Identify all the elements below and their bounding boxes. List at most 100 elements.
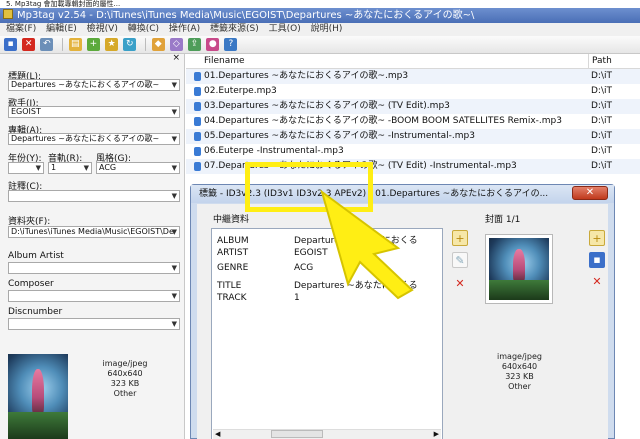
- menu-actions[interactable]: 操作(A): [169, 24, 200, 34]
- chevron-down-icon[interactable]: ▼: [172, 191, 177, 201]
- add-folder-icon[interactable]: +: [86, 38, 100, 51]
- file-path: D:\iT: [591, 146, 612, 156]
- table-row[interactable]: 04.Departures ~あなたにおくるアイの歌~ -BOOM BOOM S…: [186, 114, 640, 129]
- menu-tools[interactable]: 工具(O): [269, 24, 301, 34]
- tag-key: TRACK: [217, 293, 247, 303]
- track-field[interactable]: 1 ▼: [48, 162, 92, 174]
- music-file-icon: [194, 72, 201, 81]
- chevron-down-icon[interactable]: ▼: [84, 163, 89, 173]
- menu-tag-sources[interactable]: 標籤來源(S): [210, 24, 259, 34]
- cover-type: image/jpeg: [102, 359, 148, 368]
- menu-convert[interactable]: 轉換(C): [128, 24, 159, 34]
- album-artist-label: Album Artist: [8, 251, 64, 261]
- tag-icon[interactable]: ◆: [151, 38, 165, 51]
- add-cover-icon[interactable]: +: [589, 230, 605, 246]
- chevron-down-icon[interactable]: ▼: [36, 163, 41, 173]
- dialog-cover-meta: image/jpeg 640x640 323 KB Other: [472, 352, 567, 392]
- edit-field-icon[interactable]: ✎: [452, 252, 468, 268]
- app-icon: [3, 9, 13, 19]
- folder-icon[interactable]: ▤: [68, 38, 82, 51]
- tag-key: TITLE: [217, 281, 242, 291]
- cover-figure: [32, 369, 44, 417]
- folder-field[interactable]: D:\iTunes\iTunes Media\Music\EGOIST\De ▼: [8, 226, 180, 238]
- cover-size: 323 KB: [505, 372, 534, 381]
- menu-view[interactable]: 檢視(V): [87, 24, 118, 34]
- web-icon[interactable]: ●: [206, 38, 220, 51]
- scroll-left-icon[interactable]: ◀: [215, 430, 220, 439]
- save-icon[interactable]: ▪: [4, 38, 17, 51]
- album-field[interactable]: Departures ~あなたにおくるアイの歌~ ▼: [8, 133, 180, 145]
- cover-art-image[interactable]: [489, 238, 549, 300]
- tag-key: ARTIST: [217, 248, 249, 258]
- delete-icon[interactable]: ✕: [22, 38, 36, 51]
- scroll-thumb[interactable]: [271, 430, 323, 438]
- file-path: D:\iT: [591, 116, 612, 126]
- file-name: 02.Euterpe.mp3: [204, 86, 277, 96]
- chevron-down-icon[interactable]: ▼: [172, 291, 177, 301]
- help-icon[interactable]: ?: [224, 38, 238, 51]
- list-item[interactable]: GENRE ACG: [217, 263, 313, 273]
- discnumber-field[interactable]: ▼: [8, 318, 180, 330]
- file-path: D:\iT: [591, 131, 612, 141]
- chevron-down-icon[interactable]: ▼: [172, 263, 177, 273]
- menu-bar: 檔案(F) 編輯(E) 檢視(V) 轉換(C) 操作(A) 標籤來源(S) 工具…: [0, 23, 640, 36]
- music-file-icon: [194, 147, 201, 156]
- table-row[interactable]: 02.Euterpe.mp3 D:\iT: [186, 84, 640, 99]
- menu-edit[interactable]: 編輯(E): [46, 24, 77, 34]
- cover-thumbnail[interactable]: [8, 354, 68, 439]
- artist-field[interactable]: EGOIST ▼: [8, 106, 180, 118]
- export-icon[interactable]: ⇪: [188, 38, 202, 51]
- title-field[interactable]: Departures ~あなたにおくるアイの歌~ ▼: [8, 79, 180, 91]
- save-cover-icon[interactable]: ▪: [589, 252, 605, 268]
- column-filename[interactable]: Filename: [204, 54, 245, 69]
- chevron-down-icon[interactable]: ▼: [172, 80, 177, 90]
- file-path: D:\iT: [591, 101, 612, 111]
- comment-field[interactable]: ▼: [8, 190, 180, 202]
- music-file-icon: [194, 102, 201, 111]
- list-item[interactable]: TRACK 1: [217, 293, 300, 303]
- delete-field-icon[interactable]: ✕: [452, 276, 468, 292]
- cover-frame: [485, 234, 553, 304]
- horizontal-scrollbar[interactable]: ◀ ▶: [213, 429, 441, 439]
- add-field-icon[interactable]: +: [452, 230, 468, 246]
- toolbar-separator: [61, 38, 63, 51]
- artist-value: EGOIST: [11, 107, 41, 116]
- window-titlebar: Mp3tag v2.54 - D:\iTunes\iTunes Media\Mu…: [0, 8, 640, 23]
- undo-icon[interactable]: ↶: [40, 38, 54, 51]
- chevron-down-icon[interactable]: ▼: [172, 227, 177, 237]
- genre-value: ACG: [99, 163, 117, 172]
- file-name: 05.Departures ~あなたにおくるアイの歌~ -Instrumenta…: [204, 131, 475, 141]
- window-title: Mp3tag v2.54 - D:\iTunes\iTunes Media\Mu…: [17, 10, 475, 21]
- genre-field[interactable]: ACG ▼: [96, 162, 180, 174]
- tag-key: ALBUM: [217, 236, 249, 246]
- star-icon[interactable]: ★: [105, 38, 119, 51]
- tag-key: GENRE: [217, 263, 249, 273]
- composer-field[interactable]: ▼: [8, 290, 180, 302]
- toolbar-separator: [144, 38, 146, 51]
- menu-help[interactable]: 說明(H): [311, 24, 343, 34]
- chevron-down-icon[interactable]: ▼: [172, 107, 177, 117]
- cover-picture-type: Other: [113, 389, 137, 398]
- menu-file[interactable]: 檔案(F): [6, 24, 36, 34]
- table-row[interactable]: 03.Departures ~あなたにおくるアイの歌~ (TV Edit).mp…: [186, 99, 640, 114]
- year-field[interactable]: ▼: [8, 162, 44, 174]
- table-row[interactable]: 05.Departures ~あなたにおくるアイの歌~ -Instrumenta…: [186, 129, 640, 144]
- delete-cover-icon[interactable]: ✕: [589, 274, 605, 290]
- chevron-down-icon[interactable]: ▼: [172, 319, 177, 329]
- filename-icon[interactable]: ◇: [169, 38, 183, 51]
- scroll-right-icon[interactable]: ▶: [434, 430, 439, 439]
- column-path[interactable]: Path: [588, 54, 612, 69]
- panel-close-icon[interactable]: ×: [0, 54, 184, 63]
- table-row[interactable]: 01.Departures ~あなたにおくるアイの歌~.mp3 D:\iT: [186, 69, 640, 84]
- dialog-close-button[interactable]: ✕: [572, 186, 608, 200]
- title-value: Departures ~あなたにおくるアイの歌~: [11, 80, 160, 89]
- table-row[interactable]: 06.Euterpe -Instrumental-.mp3 D:\iT: [186, 144, 640, 159]
- refresh-icon[interactable]: ↻: [123, 38, 137, 51]
- file-list-header: Filename Path: [186, 54, 640, 69]
- chevron-down-icon[interactable]: ▼: [172, 134, 177, 144]
- file-path: D:\iT: [591, 86, 612, 96]
- album-artist-field[interactable]: ▼: [8, 262, 180, 274]
- cover-label: 封面 1/1: [485, 215, 521, 225]
- caption-text: 5. Mp3tag 會加載專輯封面的屬性...: [0, 0, 640, 8]
- chevron-down-icon[interactable]: ▼: [172, 163, 177, 173]
